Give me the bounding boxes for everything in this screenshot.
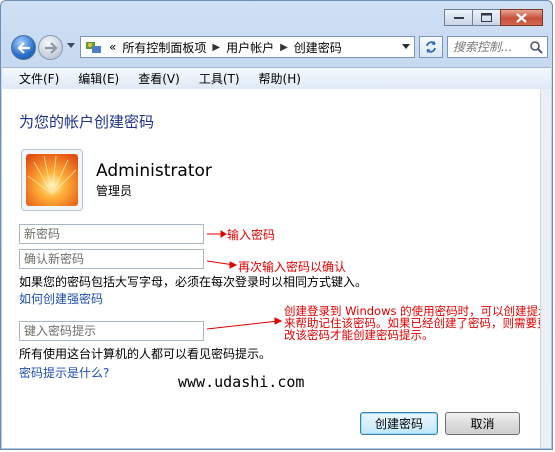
scrollbar[interactable]: [540, 89, 551, 448]
search-box[interactable]: [447, 36, 548, 58]
control-panel-icon: [86, 42, 101, 53]
menu-help[interactable]: 帮助(H): [259, 70, 301, 87]
cancel-button[interactable]: 取消: [445, 412, 520, 435]
confirm-password-field[interactable]: [19, 249, 204, 269]
password-hint-field[interactable]: [19, 321, 204, 341]
chevron-right-icon[interactable]: ▶: [212, 42, 220, 53]
caps-lock-note: 如果您的密码包括大写字母，必须在每次登录时以相同方式键入。: [19, 275, 368, 289]
address-dropdown-icon[interactable]: [402, 44, 410, 49]
close-icon: [516, 12, 527, 23]
menu-tools[interactable]: 工具(T): [199, 70, 240, 87]
minimize-button[interactable]: [444, 9, 473, 26]
refresh-button[interactable]: [419, 36, 443, 58]
breadcrumb-overflow[interactable]: «: [109, 40, 116, 54]
chevron-right-icon[interactable]: ▶: [280, 42, 288, 53]
refresh-icon: [426, 41, 436, 53]
window-controls: [444, 9, 543, 26]
close-button[interactable]: [500, 9, 543, 26]
back-button[interactable]: [11, 35, 36, 60]
flower-avatar-icon: [26, 154, 78, 206]
watermark-text: www.udashi.com: [178, 373, 305, 391]
user-role: 管理员: [96, 184, 133, 198]
navigation-bar: « 所有控制面板项 ▶ 用户帐户 ▶ 创建密码: [9, 33, 548, 63]
password-hint-help-link[interactable]: 密码提示是什么?: [19, 364, 109, 381]
breadcrumb-create-password[interactable]: 创建密码: [294, 39, 342, 56]
new-password-field[interactable]: [19, 224, 204, 244]
address-bar[interactable]: « 所有控制面板项 ▶ 用户帐户 ▶ 创建密码: [80, 36, 415, 58]
annotation-hint-explanation: 创建登录到 Windows 的使用密码时，可以创建提示来帮助记住该密码。如果已经…: [284, 304, 550, 342]
annotation-confirm-password: 再次输入密码以确认: [238, 260, 347, 274]
menu-view[interactable]: 查看(V): [138, 70, 180, 87]
page-title: 为您的帐户创建密码: [19, 113, 155, 131]
forward-arrow-icon: [44, 41, 58, 54]
search-icon[interactable]: [529, 40, 543, 54]
breadcrumb-all-control-panel[interactable]: 所有控制面板项: [122, 39, 206, 56]
breadcrumb-user-accounts[interactable]: 用户帐户: [226, 39, 274, 56]
content-area: 为您的帐户创建密码 Administrator 管理员 如果您的密码包括大写字母…: [2, 89, 550, 448]
annotation-enter-password: 输入密码: [227, 228, 276, 242]
menu-bar: 文件(F) 编辑(E) 查看(V) 工具(T) 帮助(H): [2, 67, 551, 90]
hint-visibility-note: 所有使用这台计算机的人都可以看见密码提示。: [19, 347, 272, 361]
recent-pages-dropdown-icon[interactable]: [67, 43, 75, 48]
menu-file[interactable]: 文件(F): [19, 70, 59, 87]
search-input[interactable]: [453, 40, 527, 54]
user-name: Administrator: [96, 161, 212, 181]
minimize-icon: [453, 16, 464, 19]
menu-edit[interactable]: 编辑(E): [78, 70, 119, 87]
create-password-button[interactable]: 创建密码: [360, 412, 438, 435]
forward-button[interactable]: [38, 35, 63, 60]
maximize-button[interactable]: [472, 9, 501, 26]
maximize-icon: [481, 13, 492, 22]
user-avatar: [21, 149, 83, 211]
window: « 所有控制面板项 ▶ 用户帐户 ▶ 创建密码 文件(F) 编辑(E) 查看(V…: [0, 0, 553, 450]
back-arrow-icon: [16, 41, 30, 54]
strong-password-link[interactable]: 如何创建强密码: [19, 290, 103, 307]
